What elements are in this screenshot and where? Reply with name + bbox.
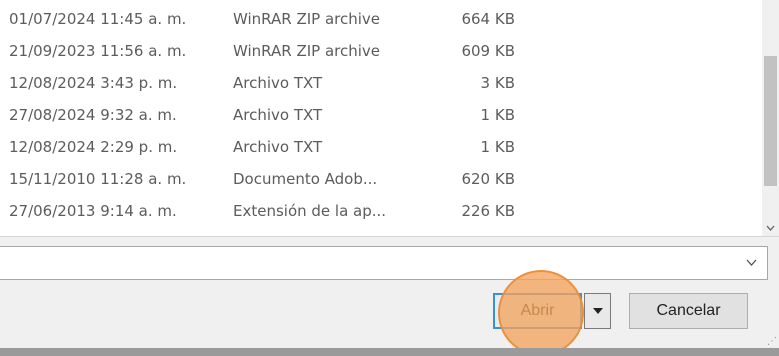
scroll-down-button[interactable]	[762, 219, 779, 236]
file-row[interactable]: 01/07/2024 11:45 a. m. WinRAR ZIP archiv…	[0, 6, 760, 32]
open-options-dropdown-button[interactable]	[584, 293, 611, 329]
file-list: 01/07/2024 11:45 a. m. WinRAR ZIP archiv…	[0, 0, 779, 236]
cancel-button-label: Cancelar	[656, 302, 721, 319]
file-date: 27/08/2024 9:32 a. m.	[9, 106, 177, 124]
file-date: 15/11/2010 11:28 a. m.	[9, 170, 187, 188]
file-type: Archivo TXT	[233, 74, 323, 92]
file-type: Archivo TXT	[233, 138, 323, 156]
file-date: 27/06/2013 9:14 a. m.	[9, 202, 177, 220]
window-bottom-edge	[0, 348, 779, 356]
file-date: 01/07/2024 11:45 a. m.	[9, 10, 187, 28]
chevron-down-icon[interactable]	[746, 259, 757, 266]
file-type-filter-combo[interactable]	[0, 246, 768, 280]
file-type: Documento Adob...	[233, 170, 378, 188]
file-date: 12/08/2024 2:29 p. m.	[9, 138, 178, 156]
file-row[interactable]: 27/08/2024 9:32 a. m. Archivo TXT 1 KB	[0, 102, 760, 128]
divider	[0, 236, 779, 237]
file-date: 12/08/2024 3:43 p. m.	[9, 74, 178, 92]
file-date: 21/09/2023 11:56 a. m.	[9, 42, 187, 60]
file-size: 1 KB	[480, 138, 515, 156]
file-row[interactable]: 21/09/2023 11:56 a. m. WinRAR ZIP archiv…	[0, 38, 760, 64]
file-row[interactable]: 27/06/2013 9:14 a. m. Extensión de la ap…	[0, 198, 760, 224]
chevron-down-icon	[766, 225, 775, 231]
file-type: WinRAR ZIP archive	[233, 42, 381, 60]
file-size: 3 KB	[480, 74, 515, 92]
file-size: 226 KB	[461, 202, 515, 220]
open-button-label: Abrir	[520, 302, 555, 319]
file-type: Extensión de la ap...	[233, 202, 387, 220]
open-button[interactable]: Abrir	[493, 293, 582, 329]
file-type: Archivo TXT	[233, 106, 323, 124]
file-size: 664 KB	[461, 10, 515, 28]
file-row[interactable]: 15/11/2010 11:28 a. m. Documento Adob...…	[0, 166, 760, 192]
cancel-button[interactable]: Cancelar	[629, 293, 748, 329]
file-size: 1 KB	[480, 106, 515, 124]
file-size: 609 KB	[461, 42, 515, 60]
file-size: 620 KB	[461, 170, 515, 188]
triangle-down-icon	[592, 308, 603, 314]
resize-grip-icon[interactable]: ⋰	[767, 336, 777, 347]
file-row[interactable]: 12/08/2024 2:29 p. m. Archivo TXT 1 KB	[0, 134, 760, 160]
scrollbar-thumb[interactable]	[764, 56, 777, 186]
file-type: WinRAR ZIP archive	[233, 10, 381, 28]
file-row[interactable]: 12/08/2024 3:43 p. m. Archivo TXT 3 KB	[0, 70, 760, 96]
vertical-scrollbar[interactable]	[762, 0, 779, 236]
